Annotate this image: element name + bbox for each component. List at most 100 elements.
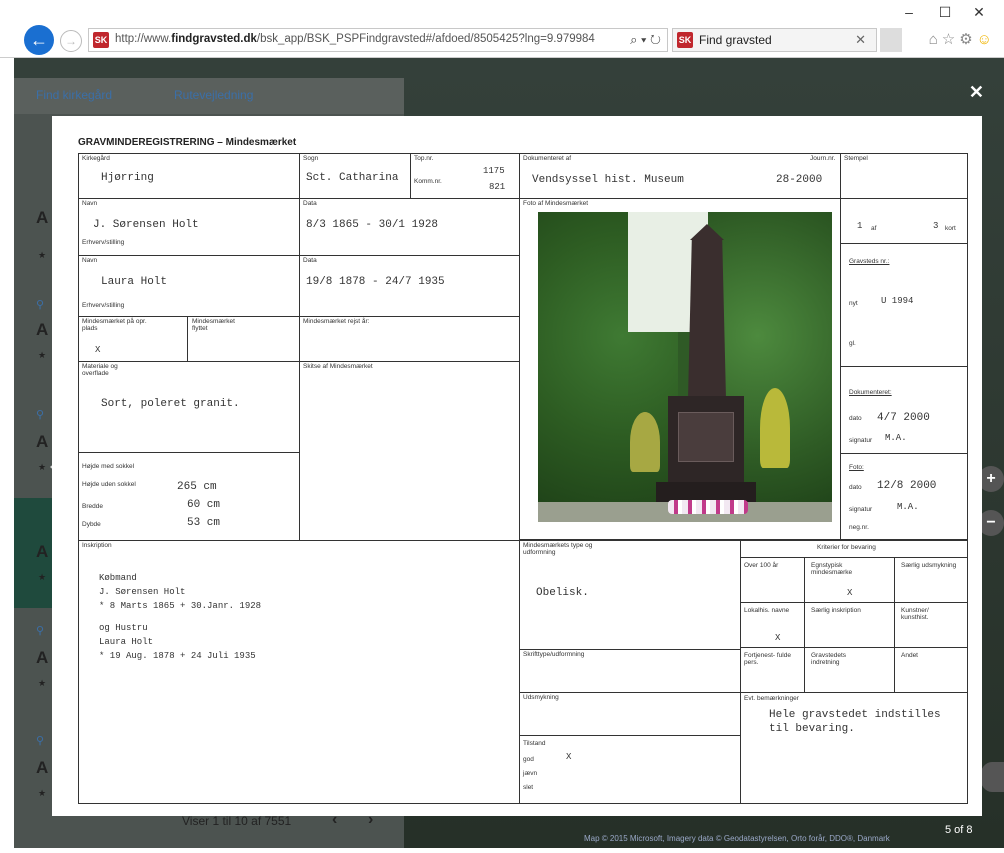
dokumenteret-cell: Dokumenteret: dato 4/7 2000 signatur M.A… xyxy=(840,366,968,454)
mind2-cell: Mindesmærket flyttet xyxy=(187,316,300,362)
play-icon[interactable] xyxy=(980,762,1004,792)
shrub xyxy=(760,388,790,468)
data1-cell: Data 8/3 1865 - 30/1 1928 xyxy=(299,198,520,256)
feedback-smiley-icon[interactable]: ☺ xyxy=(977,31,996,48)
back-button[interactable]: ← xyxy=(24,25,54,55)
sidebar-toolbar: Find kirkegård Rutevejledning xyxy=(14,78,404,114)
krit-over100-label: Over 100 år xyxy=(744,562,779,569)
map-credit: Map © 2015 Microsoft, Imagery data © Geo… xyxy=(584,834,890,843)
krit-saerlig-udsm-cell: Særlig udsmykning xyxy=(894,557,968,603)
favorites-star-icon[interactable]: ☆ xyxy=(942,31,959,48)
kirkegaard-label: Kirkegård xyxy=(82,155,110,162)
navn2-value: Laura Holt xyxy=(101,276,168,288)
tilstand-cell: Tilstand god X jævn slet xyxy=(519,735,741,804)
tab-close-icon[interactable]: ✕ xyxy=(855,32,866,48)
krit-saerlig-inskr-label: Særlig inskription xyxy=(811,607,861,614)
maal-cell: Højde med sokkel Højde uden sokkel 265 c… xyxy=(78,452,300,541)
star-icon: ★ xyxy=(38,462,47,472)
document-title: GRAVMINDEREGISTRERING – Mindesmærket xyxy=(78,137,297,148)
url-text[interactable]: http://www.findgravsted.dk/bsk_app/BSK_P… xyxy=(115,33,605,45)
map-pin-icon: ⚲ xyxy=(36,299,45,311)
krit-lokal-cell: Lokalhis. navne X xyxy=(740,602,805,648)
krit-saerlig-udsm-label: Særlig udsmykning xyxy=(901,562,957,569)
star-icon: ★ xyxy=(38,788,47,798)
type-label: Mindesmærkets type og udformning xyxy=(523,542,593,556)
journr-label: Journ.nr. xyxy=(810,155,836,162)
kort-total: 3 xyxy=(933,221,939,231)
krit-gravsted-label: Gravstedets indretning xyxy=(811,652,847,666)
kommnr-label: Komm.nr. xyxy=(414,178,442,185)
foto-info-cell: Foto: dato 12/8 2000 signatur M.A. neg.n… xyxy=(840,453,968,540)
star-icon: ★ xyxy=(38,350,47,360)
home-icon[interactable]: ⌂ xyxy=(929,31,942,48)
mind3-label: Mindesmærket rejst år: xyxy=(303,318,370,325)
stempel-label: Stempel xyxy=(844,155,868,162)
tilstand-label: Tilstand xyxy=(523,740,546,747)
navn2-cell: Navn Laura Holt Erhverv/stilling xyxy=(78,255,300,317)
star-icon: ★ xyxy=(38,250,47,260)
result-item-letter[interactable]: A xyxy=(36,542,48,562)
result-item-letter[interactable]: A xyxy=(36,648,48,668)
dybde-label: Dybde xyxy=(82,521,101,528)
type-value: Obelisk. xyxy=(536,587,589,599)
krit-over100-cell: Over 100 år xyxy=(740,557,805,603)
pager-text: Viser 1 til 10 af 7551 xyxy=(182,814,292,828)
new-tab-button[interactable] xyxy=(880,28,902,52)
result-item-letter[interactable]: A xyxy=(36,208,48,228)
krit-lokal-label: Lokalhis. navne xyxy=(744,607,790,614)
inskription-line: * 8 Marts 1865 + 30.Janr. 1928 xyxy=(99,601,262,611)
krit-fortjenst-cell: Fortjenest- fulde pers. xyxy=(740,647,805,693)
flowers xyxy=(668,500,748,514)
inskription-cell: Inskription Købmand J. Sørensen Holt * 8… xyxy=(78,540,520,804)
krit-gravsted-cell: Gravstedets indretning xyxy=(804,647,895,693)
forward-button[interactable]: → xyxy=(60,30,82,52)
inskription-line: * 19 Aug. 1878 + 24 Juli 1935 xyxy=(99,651,256,661)
result-item-letter[interactable]: A xyxy=(36,758,48,778)
star-icon: ★ xyxy=(38,572,47,582)
dok-label: Dokumenteret: xyxy=(849,389,892,396)
type-cell: Mindesmærkets type og udformning Obelisk… xyxy=(519,540,741,650)
settings-gear-icon[interactable]: ⚙ xyxy=(959,31,976,48)
tilstand-jaevn-label: jævn xyxy=(523,770,538,777)
mind3-cell: Mindesmærket rejst år: xyxy=(299,316,520,362)
minimize-button[interactable]: – xyxy=(894,4,924,20)
hojde-med-label: Højde med sokkel xyxy=(82,463,135,470)
dok-dato-value: 4/7 2000 xyxy=(877,412,930,424)
map-pin-icon: ⚲ xyxy=(36,409,45,421)
close-window-button[interactable]: ✕ xyxy=(964,4,994,21)
navn-label: Navn xyxy=(82,257,98,264)
toolbar-icons: ⌂☆⚙☺ xyxy=(929,30,996,48)
gravsted-gl-label: gl. xyxy=(849,340,856,347)
data2-cell: Data 19/8 1878 - 24/7 1935 xyxy=(299,255,520,317)
result-item-letter[interactable]: A xyxy=(36,320,48,340)
topnr-label: Top.nr. xyxy=(414,155,434,162)
erhverv-label: Erhverv/stilling xyxy=(82,302,125,309)
find-kirkegaard-link[interactable]: Find kirkegård xyxy=(36,88,112,102)
tab-find-gravsted[interactable]: SK Find gravsted ✕ xyxy=(672,28,877,52)
maximize-button[interactable]: ☐ xyxy=(930,4,960,21)
address-bar[interactable]: SK http://www.findgravsted.dk/bsk_app/BS… xyxy=(88,28,668,52)
hojde-uden-value: 265 cm xyxy=(177,481,217,493)
inscription-plate xyxy=(678,412,734,462)
kirkegaard-cell: Kirkegård Hjørring xyxy=(78,153,300,199)
kort-number: 1 xyxy=(857,221,863,231)
krit-kunst-cell: Kunstner/ kunsthist. xyxy=(894,602,968,648)
foto-neg-label: neg.nr. xyxy=(849,524,869,531)
lightbox-close-button[interactable]: ✕ xyxy=(969,82,984,103)
star-icon: ★ xyxy=(38,678,47,688)
mind1-label: Mindesmærket på opr. plads xyxy=(82,318,147,332)
mind1-cell: Mindesmærket på opr. plads X xyxy=(78,316,188,362)
skrift-cell: Skrifttype/udformning xyxy=(519,649,741,693)
dybde-value: 53 cm xyxy=(187,517,221,529)
browser-navbar: ← → SK http://www.findgravsted.dk/bsk_ap… xyxy=(0,22,1004,58)
foto-info-label: Foto: xyxy=(849,464,864,471)
mind1-value: X xyxy=(95,345,101,355)
navn1-value: J. Sørensen Holt xyxy=(93,219,199,231)
result-item-letter[interactable]: A xyxy=(36,432,48,452)
rutevejledning-link[interactable]: Rutevejledning xyxy=(174,88,253,102)
skitse-cell: Skitse af Mindesmærket xyxy=(299,361,520,541)
mind2-label: Mindesmærket flyttet xyxy=(192,318,235,332)
erhverv-label: Erhverv/stilling xyxy=(82,239,125,246)
bredde-value: 60 cm xyxy=(187,499,221,511)
address-bar-icons[interactable]: ⌕ ▾ ↻ xyxy=(630,32,661,48)
